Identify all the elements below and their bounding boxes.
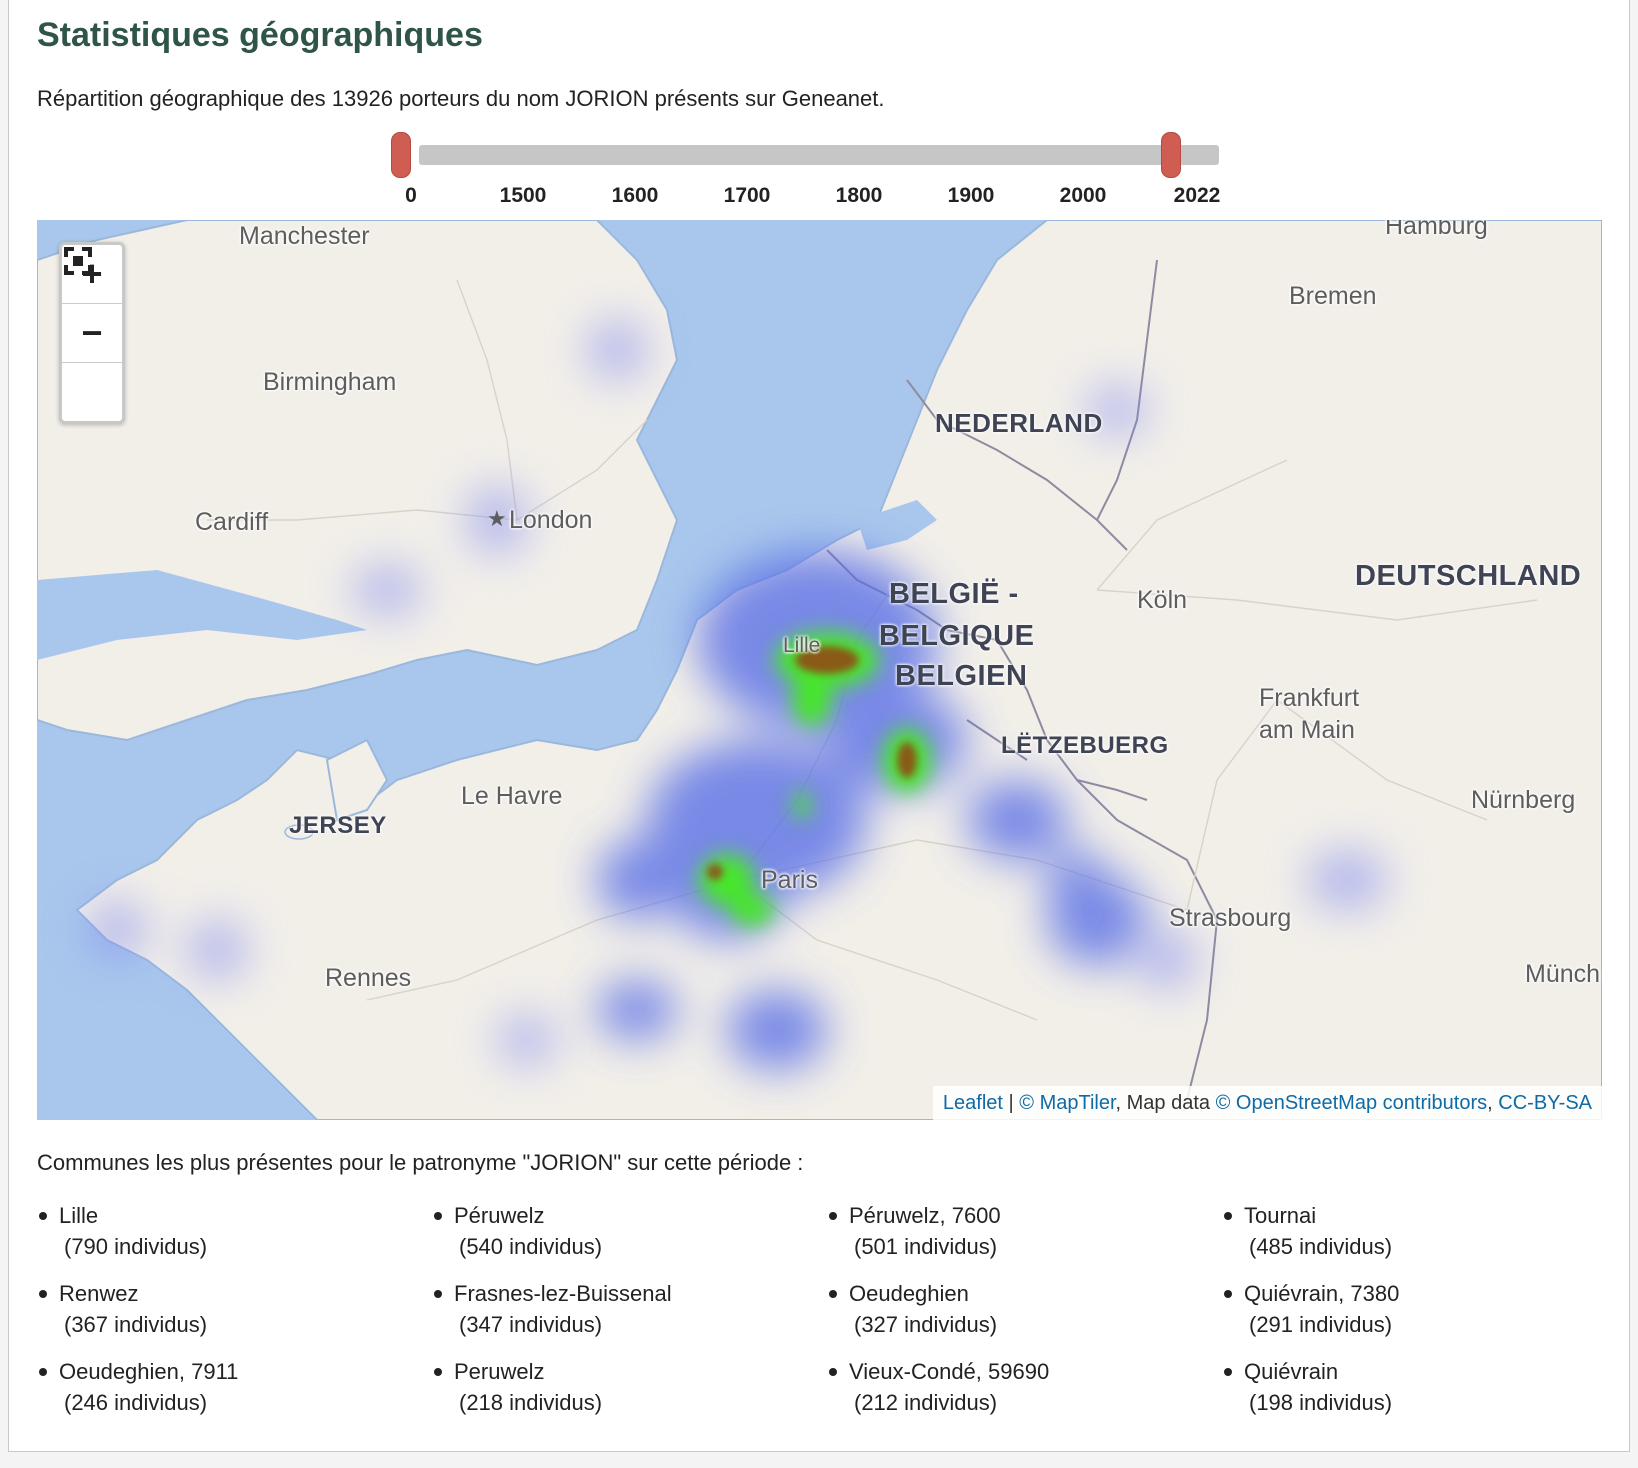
city-label-nurnberg: Nürnberg <box>1471 786 1576 814</box>
city-label-frankfurt: Frankfurt am Main <box>1259 684 1360 744</box>
zoom-out-button[interactable]: − <box>62 304 122 363</box>
commune-name: Tournai <box>1244 1203 1317 1228</box>
commune-count: (540 individus) <box>459 1234 603 1259</box>
city-label-koln: Köln <box>1137 586 1188 614</box>
commune-name: Oeudeghien <box>849 1281 969 1306</box>
license-link[interactable]: CC-BY-SA <box>1498 1092 1592 1114</box>
maptiler-link[interactable]: © MapTiler <box>1019 1092 1115 1114</box>
list-item: Péruwelz, 7600 (501 individus) <box>827 1200 1222 1262</box>
osm-link[interactable]: © OpenStreetMap contributors <box>1216 1092 1488 1114</box>
commune-count: (218 individus) <box>459 1390 603 1415</box>
city-label-bremen: Bremen <box>1289 282 1377 310</box>
attribution-mapdata: , Map data <box>1115 1092 1216 1114</box>
commune-name: Renwez <box>59 1281 139 1306</box>
city-label-birmingham: Birmingham <box>263 368 397 396</box>
commune-count: (291 individus) <box>1249 1312 1393 1337</box>
city-label-paris: Paris <box>761 866 818 894</box>
city-label-hamburg: Hamburg <box>1385 220 1488 240</box>
commune-count: (212 individus) <box>854 1390 998 1415</box>
leaflet-link[interactable]: Leaflet <box>943 1092 1003 1114</box>
commune-count: (485 individus) <box>1249 1234 1393 1259</box>
list-item: Peruwelz (218 individus) <box>432 1356 827 1418</box>
city-label-cardiff: Cardiff <box>195 508 269 536</box>
zoom-controls: + − <box>59 242 125 424</box>
commune-name: Vieux-Condé, 59690 <box>849 1359 1050 1384</box>
list-item: Péruwelz (540 individus) <box>432 1200 827 1262</box>
slider-ticks: 0 1500 1600 1700 1800 1900 2000 2022 <box>379 184 1279 214</box>
list-item: Oeudeghien, 7911 (246 individus) <box>37 1356 432 1418</box>
country-label-belgie-2: BELGIQUE <box>879 620 1035 652</box>
fullscreen-button[interactable] <box>62 247 122 421</box>
list-item: Tournai (485 individus) <box>1222 1200 1617 1262</box>
commune-name: Quiévrain, 7380 <box>1244 1281 1400 1306</box>
city-label-london: London <box>509 506 593 534</box>
city-label-lille: Lille <box>783 634 821 657</box>
slider-tick: 1600 <box>611 184 659 207</box>
slider-tick: 1700 <box>723 184 771 207</box>
slider-tick: 2000 <box>1059 184 1107 207</box>
slider-track[interactable] <box>419 145 1219 165</box>
commune-name: Lille <box>59 1203 99 1228</box>
list-item: Frasnes-lez-Buissenal (347 individus) <box>432 1278 827 1340</box>
list-item: Oeudeghien (327 individus) <box>827 1278 1222 1340</box>
commune-count: (198 individus) <box>1249 1390 1393 1415</box>
communes-heading: Communes les plus présentes pour le patr… <box>37 1150 804 1175</box>
list-item: Renwez (367 individus) <box>37 1278 432 1340</box>
commune-count: (501 individus) <box>854 1234 998 1259</box>
city-label-strasbourg: Strasbourg <box>1169 904 1292 932</box>
list-item: Vieux-Condé, 59690 (212 individus) <box>827 1356 1222 1418</box>
city-label-rennes: Rennes <box>325 964 412 992</box>
slider-handle-start[interactable] <box>391 132 411 178</box>
country-label-letzebuerg: LËTZEBUERG <box>1001 732 1169 759</box>
slider-tick: 1500 <box>499 184 547 207</box>
heatmap-map[interactable]: ★ Manchester Hamburg Bremen Birmingham C… <box>37 220 1602 1120</box>
commune-count: (790 individus) <box>64 1234 208 1259</box>
city-label-munchen: Münch <box>1525 960 1601 988</box>
list-item: Quiévrain (198 individus) <box>1222 1356 1617 1418</box>
slider-tick: 2022 <box>1173 184 1221 207</box>
attribution-separator: | <box>1002 1092 1020 1114</box>
commune-name: Péruwelz <box>454 1203 545 1228</box>
commune-name: Péruwelz, 7600 <box>849 1203 1001 1228</box>
list-item: Lille (790 individus) <box>37 1200 432 1262</box>
commune-name: Quiévrain <box>1244 1359 1339 1384</box>
country-label-belgie-1: BELGIË - <box>889 578 1019 610</box>
attribution-comma: , <box>1487 1092 1499 1114</box>
country-label-jersey: JERSEY <box>289 812 387 839</box>
city-label-manchester: Manchester <box>239 222 370 250</box>
list-item: Quiévrain, 7380 (291 individus) <box>1222 1278 1617 1340</box>
slider-handle-end[interactable] <box>1161 132 1181 178</box>
section-title: Statistiques géographiques <box>37 16 483 54</box>
map-canvas[interactable]: ★ <box>37 220 1602 1120</box>
city-label-le-havre: Le Havre <box>461 782 563 810</box>
country-label-nederland: NEDERLAND <box>935 408 1103 438</box>
map-attribution: Leaflet | © MapTiler, Map data © OpenStr… <box>932 1086 1602 1120</box>
commune-count: (246 individus) <box>64 1390 208 1415</box>
commune-count: (367 individus) <box>64 1312 208 1337</box>
slider-tick: 0 <box>405 184 417 207</box>
slider-tick: 1800 <box>835 184 883 207</box>
country-label-belgie-3: BELGIEN <box>895 660 1028 692</box>
commune-name: Oeudeghien, 7911 <box>59 1359 239 1384</box>
commune-count: (327 individus) <box>854 1312 998 1337</box>
country-label-deutschland: DEUTSCHLAND <box>1355 560 1582 592</box>
fullscreen-icon <box>64 247 92 275</box>
communes-list: Lille (790 individus) Péruwelz (540 indivi… <box>37 1200 1617 1418</box>
slider-tick: 1900 <box>947 184 995 207</box>
section-subtitle: Répartition géographique des 13926 porte… <box>37 86 885 111</box>
commune-name: Frasnes-lez-Buissenal <box>454 1281 672 1306</box>
capital-star-icon: ★ <box>487 506 507 531</box>
geo-stats-panel: Statistiques géographiques Répartition g… <box>8 0 1630 1452</box>
commune-count: (347 individus) <box>459 1312 603 1337</box>
commune-name: Peruwelz <box>454 1359 545 1384</box>
